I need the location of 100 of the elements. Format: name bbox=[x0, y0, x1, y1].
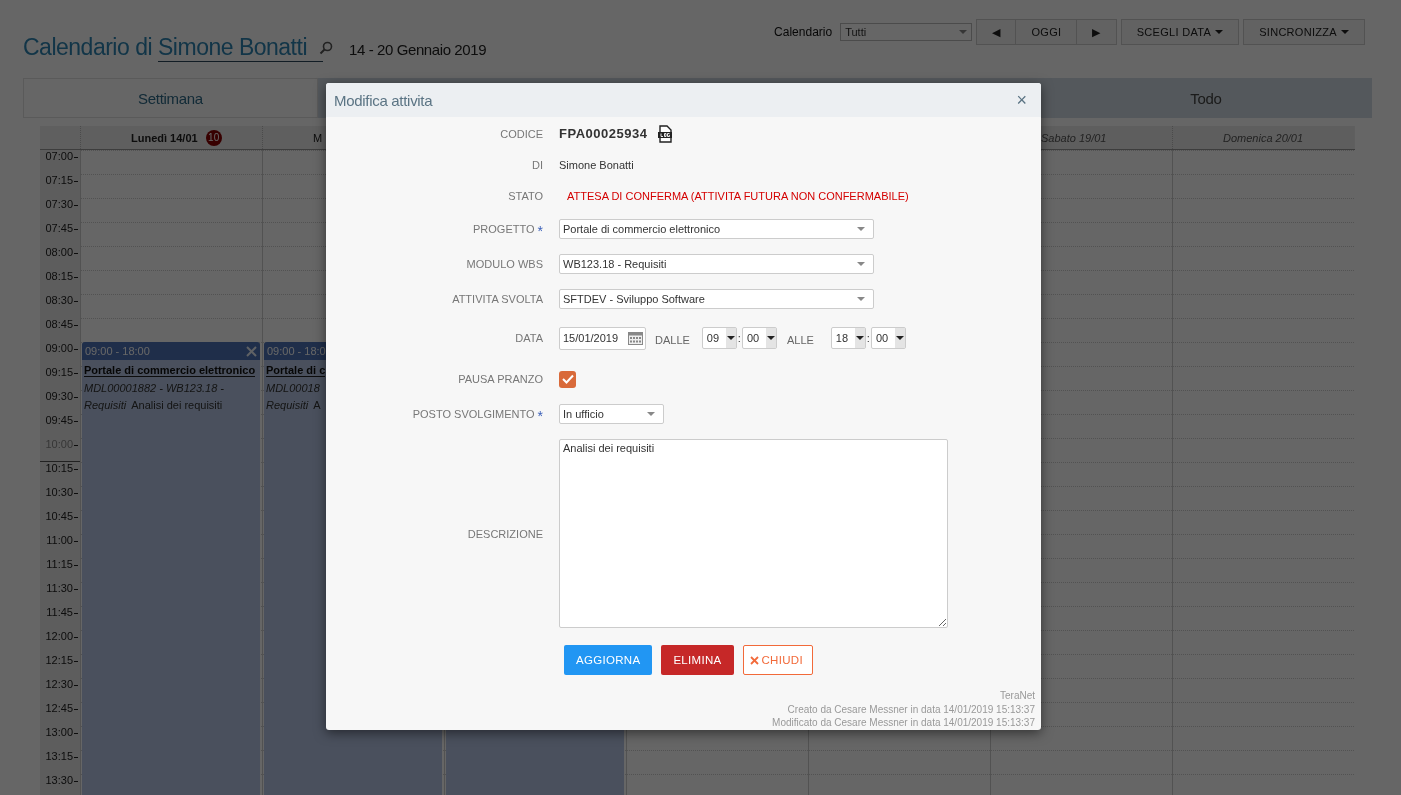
time-separator: : bbox=[737, 332, 741, 344]
time-select[interactable]: 18 bbox=[830, 327, 866, 349]
caret-icon bbox=[959, 30, 968, 34]
time-select[interactable]: 09 bbox=[701, 327, 737, 349]
time-label: 10:30 bbox=[45, 486, 79, 499]
day-header: Lunedì 14/01 bbox=[131, 131, 198, 144]
search-icon bbox=[319, 41, 333, 55]
date-field[interactable]: 15/01/2019 bbox=[559, 326, 646, 350]
field-label: PROGETTO bbox=[473, 222, 535, 235]
time-label: 09:45 bbox=[45, 414, 79, 427]
field-label: MODULO WBS bbox=[466, 257, 543, 270]
caret-icon bbox=[857, 226, 865, 231]
calendar-icon bbox=[628, 331, 643, 345]
time-label: DALLE bbox=[655, 332, 690, 346]
event-time: 09:00 - 18:0 bbox=[267, 345, 326, 357]
date-range: 14 - 20 Gennaio 2019 bbox=[349, 41, 487, 58]
time-label: 11:45 bbox=[46, 606, 79, 619]
close-icon bbox=[749, 655, 759, 665]
event-title[interactable]: Portale di commercio elettronico bbox=[84, 364, 256, 377]
time-label: 09:30 bbox=[45, 390, 79, 403]
time-label: 07:15 bbox=[45, 174, 79, 187]
time-label: 12:15 bbox=[45, 654, 79, 667]
user-name-link[interactable]: Simone Bonatti bbox=[158, 34, 323, 62]
event-code: MDL00001882 - WB123.18 - bbox=[84, 382, 225, 394]
field-label: DESCRIZIONE bbox=[467, 527, 543, 540]
toolbar-button[interactable]: ◀ bbox=[976, 19, 1017, 45]
time-label: 08:15 bbox=[45, 270, 79, 283]
time-label: 13:00 bbox=[45, 726, 79, 739]
checkbox[interactable] bbox=[559, 370, 576, 388]
toolbar-button[interactable]: OGGI bbox=[1015, 19, 1078, 45]
time-label: 10:15 bbox=[45, 462, 79, 475]
time-separator: : bbox=[866, 332, 870, 344]
field-label: DATA bbox=[515, 332, 543, 344]
caret-icon bbox=[855, 336, 864, 340]
time-label: 08:45 bbox=[45, 318, 79, 331]
dialog-title: Modifica attivita bbox=[334, 91, 433, 109]
action-button[interactable]: CHIUDI bbox=[742, 645, 813, 675]
log-file-icon bbox=[657, 124, 674, 143]
event-activity: A bbox=[313, 399, 321, 411]
day-header: Sabato 19/01 bbox=[1041, 131, 1107, 144]
view-tab[interactable]: Settimana bbox=[23, 78, 318, 118]
select-field[interactable]: SFTDEV - Sviluppo Software bbox=[559, 288, 874, 309]
field-label: STATO bbox=[508, 189, 543, 202]
calendar-label: Calendario bbox=[774, 25, 833, 39]
caret-icon bbox=[726, 336, 735, 340]
field-label: CODICE bbox=[500, 127, 543, 140]
description-field[interactable]: Analisi dei requisiti bbox=[559, 439, 948, 628]
caret-icon bbox=[1341, 30, 1349, 34]
required-mark: * bbox=[537, 411, 543, 421]
field-label: POSTO SVOLGIMENTO bbox=[412, 408, 535, 420]
time-label: 07:00 bbox=[45, 150, 79, 163]
select-field[interactable]: WB123.18 - Requisiti bbox=[559, 253, 874, 274]
time-label: 07:30 bbox=[45, 198, 79, 211]
time-label: 12:00 bbox=[45, 630, 79, 643]
field-value: Simone Bonatti bbox=[559, 158, 634, 171]
event-code: MDL00018 bbox=[266, 382, 320, 394]
caret-icon bbox=[1215, 30, 1224, 34]
select-field[interactable]: Portale di commercio elettronico bbox=[559, 218, 874, 239]
caret-icon bbox=[647, 412, 655, 416]
action-button[interactable]: ELIMINA bbox=[661, 645, 734, 675]
time-label: 11:15 bbox=[46, 558, 79, 571]
time-label: 08:30 bbox=[45, 294, 79, 307]
footer-note: TeraNet bbox=[1000, 689, 1035, 703]
day-header: M bbox=[313, 131, 323, 144]
calendar-dropdown[interactable]: Tutti bbox=[840, 23, 973, 41]
page-title: Calendario di bbox=[23, 34, 153, 61]
event-code: Requisiti bbox=[84, 399, 127, 411]
time-label: ALLE bbox=[786, 332, 814, 346]
status-text: ATTESA DI CONFERMA (ATTIVITA FUTURA NON CONFERMABILE) bbox=[567, 189, 909, 202]
time-label: 12:45 bbox=[45, 702, 79, 715]
time-select[interactable]: 00 bbox=[741, 327, 777, 349]
caret-icon bbox=[857, 261, 865, 266]
event-time: 09:00 - 18:00 bbox=[85, 345, 150, 357]
footer-note: Creato da Cesare Messner in data 14/01/2019 15:13:37 bbox=[787, 702, 1035, 716]
field-label: ATTIVITA SVOLTA bbox=[452, 292, 543, 305]
caret-icon bbox=[857, 296, 865, 301]
toolbar-button[interactable]: SINCRONIZZA bbox=[1243, 19, 1365, 45]
day-header: Domenica 20/01 bbox=[1223, 131, 1304, 144]
footer-note: Modificato da Cesare Messner in data 14/01/2019 15:13:37 bbox=[772, 716, 1035, 730]
time-label: 08:00 bbox=[45, 246, 79, 259]
time-label: 13:15 bbox=[45, 750, 79, 763]
time-label: 09:00 bbox=[45, 342, 79, 355]
count-badge: 10 bbox=[205, 129, 222, 146]
event-title[interactable]: Portale di c bbox=[266, 364, 326, 377]
action-button[interactable]: AGGIORNA bbox=[564, 645, 653, 675]
time-label: 11:30 bbox=[46, 582, 79, 595]
event-block[interactable]: 09:00 - 18:00 Portale di commercio elettronico MDL00001882 - WB123.18 - Requisiti Analisi dei requisiti bbox=[82, 342, 260, 795]
time-select[interactable]: 00 bbox=[870, 327, 906, 349]
activity-code: FPA00025934 bbox=[559, 126, 648, 141]
event-activity: Analisi dei requisiti bbox=[131, 399, 223, 411]
time-label: 11:00 bbox=[46, 534, 79, 547]
field-label: DI bbox=[532, 158, 543, 171]
required-mark: * bbox=[537, 225, 543, 236]
time-label: 10:45 bbox=[45, 510, 79, 523]
caret-icon bbox=[766, 336, 775, 340]
select-field[interactable]: In ufficio bbox=[559, 404, 664, 424]
field-label: PAUSA PRANZO bbox=[458, 373, 543, 385]
toolbar-button[interactable]: SCEGLI DATA bbox=[1120, 19, 1240, 45]
toolbar-button[interactable]: ▶ bbox=[1076, 19, 1117, 45]
close-button[interactable]: × bbox=[1014, 91, 1029, 109]
